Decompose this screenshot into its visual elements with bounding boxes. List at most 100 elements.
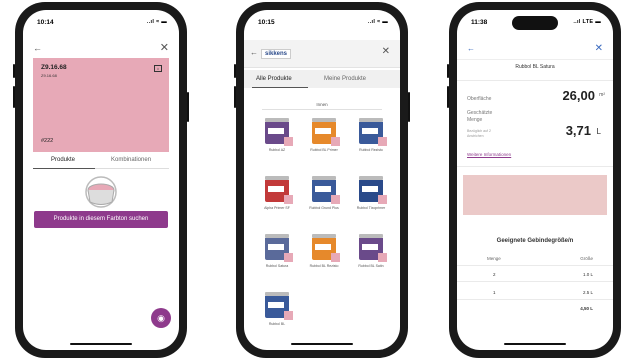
- product-name: Rubbol AZ: [268, 148, 286, 152]
- surface-label: Oberfläche: [467, 96, 492, 102]
- status-bar: 10:14 ..ıl ≈ ▬: [23, 10, 179, 36]
- total-size: 4,50 L: [580, 306, 593, 311]
- screen: 11:38 ..ıl LTE ▬ ← ✕ Rubbol BL Satura Ob…: [457, 10, 613, 350]
- paint-can-icon: [85, 176, 117, 208]
- divider: [457, 281, 613, 282]
- home-indicator: [504, 342, 566, 345]
- selected-color-badge: [331, 253, 340, 262]
- dynamic-island: [512, 16, 558, 30]
- can-label: [268, 128, 284, 134]
- surface-value[interactable]: 26,00: [562, 88, 595, 103]
- product-name: Rubbol Rezisto: [359, 148, 383, 152]
- product-name: Rubbol BL: [268, 322, 286, 326]
- divider: [457, 265, 613, 266]
- quantity-unit: L: [596, 127, 601, 136]
- product-name: Rubbol BL Rezisto: [309, 264, 339, 268]
- can-label: [362, 128, 378, 134]
- phone-product-list: 10:15 ..ıl ≈ ▬ ← sikkens ✕ Alle Produkte…: [234, 2, 410, 358]
- status-time: 10:14: [37, 19, 54, 26]
- product-item[interactable]: Rubbol Satura: [254, 234, 300, 269]
- can-label: [315, 128, 331, 134]
- product-item[interactable]: Rubbol Tixoprimer: [348, 176, 394, 211]
- product-name: Alpha Primer SF: [264, 206, 290, 210]
- close-icon[interactable]: ✕: [160, 41, 169, 54]
- divider: [457, 80, 613, 81]
- back-arrow-icon[interactable]: ←: [250, 48, 258, 57]
- product-item[interactable]: Rubbol BL Rezisto: [301, 234, 347, 269]
- color-swatch: Z9.16.68 Z9.16.68 ⌂ #222: [33, 58, 169, 152]
- surface-unit: m²: [599, 92, 605, 98]
- tab-indicator: [252, 86, 308, 88]
- color-subcode: Z9.16.68: [41, 73, 57, 78]
- can-label: [315, 244, 331, 250]
- can-label: [268, 302, 284, 308]
- back-arrow-icon[interactable]: ←: [33, 43, 42, 53]
- status-bar: 11:38 ..ıl LTE ▬: [457, 10, 613, 36]
- tab-bar: Produkte Kombinationen: [33, 155, 169, 169]
- favorite-icon[interactable]: ⌂: [154, 65, 162, 72]
- tab-all-products[interactable]: Alle Produkte: [256, 76, 292, 82]
- color-code: Z9.16.68: [41, 64, 67, 71]
- product-item[interactable]: Rubbol BL: [254, 292, 300, 327]
- tab-my-products[interactable]: Meine Produkte: [324, 76, 366, 82]
- product-item[interactable]: Rubbol Grund Plus: [301, 176, 347, 211]
- volume-button: [447, 64, 449, 78]
- status-icons: ..ıl LTE ▬: [573, 19, 601, 25]
- tab-products[interactable]: Produkte: [51, 157, 75, 163]
- can-label: [362, 186, 378, 192]
- phone-calculator: 11:38 ..ıl LTE ▬ ← ✕ Rubbol BL Satura Ob…: [447, 2, 621, 358]
- tab-combinations[interactable]: Kombinationen: [111, 157, 151, 163]
- nav-header: ← ✕: [457, 36, 613, 60]
- product-item[interactable]: Rubbol AZ: [254, 118, 300, 153]
- close-icon[interactable]: ✕: [382, 46, 390, 57]
- power-button: [408, 92, 410, 122]
- product-item[interactable]: Rubbol BL Primer: [301, 118, 347, 153]
- paint-can-icon: [265, 292, 293, 320]
- product-title: Rubbol BL Satura: [515, 64, 555, 70]
- status-time: 11:38: [471, 19, 488, 26]
- tab-indicator: [33, 167, 95, 169]
- more-info-link[interactable]: Weitere Informationen: [467, 152, 511, 157]
- divider: [457, 299, 613, 300]
- volume-button: [234, 64, 236, 78]
- product-name: Rubbol BL Primer: [310, 148, 338, 152]
- row-size: 2.5 L: [582, 290, 593, 295]
- column-header-qty: Menge: [487, 256, 501, 261]
- selected-color-badge: [284, 253, 293, 262]
- can-label: [362, 244, 378, 250]
- selected-color-badge: [378, 253, 387, 262]
- paint-can-icon: [265, 176, 293, 204]
- paint-can-icon: [312, 176, 340, 204]
- search-products-button[interactable]: Produkte in diesem Farbton suchen: [34, 211, 168, 228]
- selected-color-badge: [284, 137, 293, 146]
- row-qty: 1: [493, 290, 496, 295]
- product-item[interactable]: Rubbol Rezisto: [348, 118, 394, 153]
- selected-color-badge: [331, 137, 340, 146]
- can-label: [315, 186, 331, 192]
- paint-can-icon: [312, 234, 340, 262]
- paint-can-icon: [359, 176, 387, 204]
- can-label: [268, 244, 284, 250]
- close-icon[interactable]: ✕: [595, 43, 603, 54]
- product-item[interactable]: Rubbol BL Satin: [348, 234, 394, 269]
- quantity-subtext: Bezüglich auf 2 Anstrichen: [467, 129, 491, 138]
- tab-bar: Alle Produkte Meine Produkte: [244, 70, 400, 88]
- product-name: Rubbol Grund Plus: [309, 206, 339, 210]
- paint-can-icon: [359, 234, 387, 262]
- product-item[interactable]: Alpha Primer SF: [254, 176, 300, 211]
- volume-button: [13, 86, 15, 108]
- paint-can-icon: [312, 118, 340, 146]
- column-header-size: Größe: [580, 256, 593, 261]
- screen: 10:14 ..ıl ≈ ▬ ← ✕ Z9.16.68 Z9.16.68 ⌂ #…: [23, 10, 179, 350]
- quantity-label: Geschätzte Menge: [467, 110, 493, 123]
- power-button: [187, 92, 189, 122]
- paint-can-icon: [265, 234, 293, 262]
- back-arrow-icon[interactable]: ←: [467, 44, 475, 53]
- status-time: 10:15: [258, 19, 275, 26]
- eye-icon[interactable]: ◉: [151, 308, 171, 328]
- volume-button: [447, 86, 449, 108]
- status-icons: ..ıl ≈ ▬: [146, 19, 167, 25]
- selected-color-badge: [284, 195, 293, 204]
- row-qty: 2: [493, 272, 496, 277]
- selected-color-badge: [378, 195, 387, 204]
